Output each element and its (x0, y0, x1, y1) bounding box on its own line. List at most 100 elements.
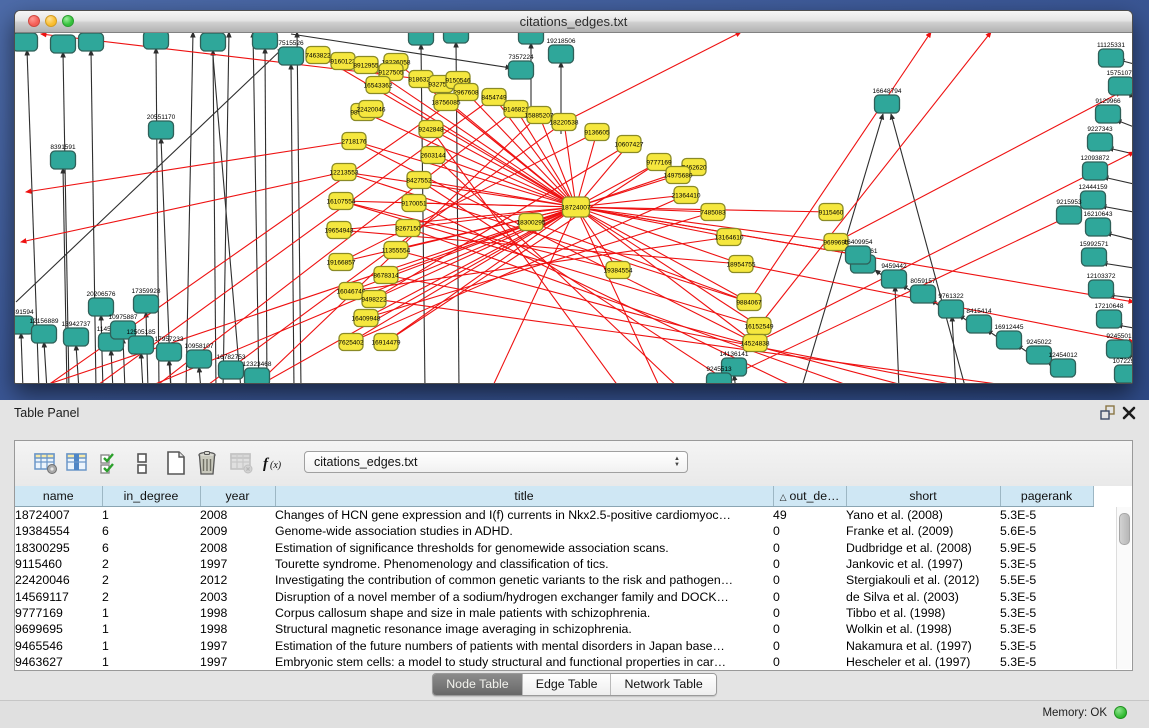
graph-node[interactable]: 21364410 (672, 187, 701, 204)
graph-node[interactable]: 10722905 (1113, 358, 1132, 383)
graph-edge[interactable] (63, 168, 67, 384)
graph-node[interactable]: 9552766 (252, 33, 278, 49)
graph-node[interactable]: 18300295 (517, 214, 546, 231)
graph-node[interactable]: 16152549 (745, 318, 774, 335)
graph-node[interactable]: 16914479 (372, 334, 401, 351)
graph-edge[interactable] (741, 264, 1132, 342)
table-row[interactable]: 946362711997Embryonic stem cells: a mode… (15, 654, 1093, 670)
graph-node[interactable]: 8427552 (406, 172, 432, 189)
graph-node[interactable]: 12156889 (30, 318, 59, 343)
graph-node[interactable]: 12323468 (243, 361, 272, 384)
graph-node[interactable]: 16210643 (1084, 211, 1113, 236)
graph-node[interactable]: 10953819 (49, 33, 78, 53)
graph-node[interactable]: 8059157 (910, 278, 936, 303)
graph-node[interactable]: 16782753 (217, 354, 246, 379)
graph-edge[interactable] (111, 350, 113, 384)
graph-node[interactable]: 12454012 (1049, 352, 1078, 377)
new-file-button[interactable] (163, 450, 189, 476)
float-panel-icon[interactable] (1099, 405, 1115, 421)
graph-edge[interactable] (431, 129, 576, 207)
graph-node[interactable]: 12103372 (1087, 273, 1116, 298)
graph-node[interactable]: 7485083 (700, 204, 726, 221)
scrollbar-thumb[interactable] (1119, 513, 1130, 545)
graph-node[interactable]: 12444159 (1079, 184, 1108, 209)
column-header-pagerank[interactable]: pagerank (1000, 486, 1093, 507)
graph-node[interactable]: 20551170 (147, 114, 176, 139)
graph-node[interactable]: 8056529 (15, 33, 38, 51)
table-row[interactable]: 969969511998Structural magnetic resonanc… (15, 621, 1093, 637)
graph-node[interactable]: 19384554 (604, 262, 633, 279)
graph-edge[interactable] (564, 33, 741, 122)
graph-node[interactable]: 9115460 (819, 204, 844, 221)
table-row[interactable]: 1830029562008Estimation of significance … (15, 540, 1093, 556)
graph-node[interactable]: 17359928 (132, 288, 161, 313)
graph-node[interactable]: 11355554 (382, 242, 411, 259)
graph-node[interactable]: 9884067 (736, 294, 762, 311)
graph-node[interactable]: 22420046 (357, 101, 386, 118)
graph-node[interactable]: 8267150 (395, 220, 421, 237)
close-panel-icon[interactable] (1121, 405, 1137, 421)
graph-node[interactable]: 9160123 (330, 53, 356, 70)
graph-node[interactable]: 9245513 (706, 366, 732, 384)
graph-edge[interactable] (44, 342, 47, 384)
graph-node[interactable]: 18756085 (432, 94, 461, 111)
column-header-year[interactable]: year (200, 486, 275, 507)
graph-node[interactable]: 9227343 (1087, 126, 1113, 151)
graph-node[interactable]: 8415414 (966, 308, 992, 333)
graph-node[interactable]: 15751074 (1107, 70, 1132, 95)
graph-node[interactable]: 16409954 (844, 239, 873, 264)
delete-button[interactable] (194, 450, 220, 476)
graph-node[interactable]: 16107554 (327, 193, 356, 210)
graph-edge[interactable] (421, 44, 425, 384)
graph-node[interactable]: 2718176 (341, 133, 367, 150)
graph-node[interactable]: 12505185 (127, 329, 156, 354)
graph-node[interactable]: 9242848 (418, 121, 444, 138)
column-visibility-button[interactable] (65, 450, 91, 476)
column-header-in_degree[interactable]: in_degree (102, 486, 200, 507)
graph-node[interactable]: 16905389 (442, 33, 471, 43)
graph-node[interactable]: 20206576 (87, 291, 116, 316)
graph-node[interactable]: 10958107 (185, 343, 214, 368)
table-row[interactable]: 946554611997Estimation of the future num… (15, 637, 1093, 653)
graph-edge[interactable] (564, 122, 576, 207)
graph-node[interactable]: 17957233 (155, 336, 184, 361)
graph-node[interactable]: 7357224 (508, 54, 534, 79)
graph-edge[interactable] (895, 286, 899, 384)
graph-node[interactable]: 14975680 (664, 167, 693, 184)
table-options-button[interactable] (33, 450, 59, 476)
column-header-title[interactable]: title (275, 486, 773, 507)
graph-node[interactable]: 13942737 (62, 321, 91, 346)
graph-node[interactable]: 16053809 (407, 33, 436, 45)
graph-node[interactable]: 7463822 (305, 47, 331, 64)
graph-edge[interactable] (21, 333, 23, 384)
tab-network-table[interactable]: Network Table (610, 674, 715, 695)
graph-node[interactable]: 7625402 (338, 334, 364, 351)
graph-edge[interactable] (891, 114, 966, 384)
graph-node[interactable]: 12093872 (1081, 155, 1110, 180)
function-builder-button[interactable]: f(x) (261, 450, 291, 476)
graph-node[interactable]: 17210648 (1095, 303, 1124, 328)
graph-edge[interactable] (141, 353, 143, 384)
graph-node[interactable]: 9462744 (78, 33, 104, 51)
graph-node[interactable]: 16912445 (995, 324, 1024, 349)
graph-edge[interactable] (213, 50, 216, 384)
graph-node[interactable]: 9215953 (1056, 199, 1082, 224)
graph-edge[interactable] (386, 207, 576, 275)
window-titlebar[interactable]: citations_edges.txt (15, 11, 1132, 33)
tab-edge-table[interactable]: Edge Table (522, 674, 611, 695)
graph-edge[interactable] (21, 172, 344, 242)
table-row[interactable]: 1938455462009Genome-wide association stu… (15, 523, 1093, 539)
graph-node[interactable]: 8454749 (481, 89, 507, 106)
graph-node[interactable]: 19218506 (547, 38, 576, 63)
graph-edge[interactable] (91, 50, 96, 384)
graph-edge[interactable] (16, 48, 283, 302)
graph-node[interactable]: 12213553 (330, 164, 359, 181)
graph-edge[interactable] (749, 33, 931, 302)
graph-edge[interactable] (291, 64, 294, 384)
graph-node[interactable]: 19654943 (325, 222, 354, 239)
graph-node[interactable]: 10590090 (199, 33, 228, 51)
stacked-view-button[interactable] (129, 450, 155, 476)
graph-node[interactable]: 13164610 (715, 229, 744, 246)
graph-node[interactable]: 10607427 (615, 136, 644, 153)
graph-node[interactable]: 9459442 (881, 263, 907, 288)
